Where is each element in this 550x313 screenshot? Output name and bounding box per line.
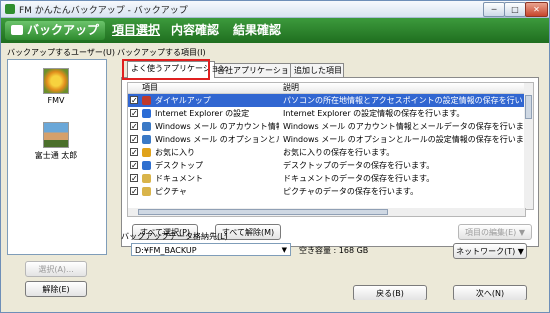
column-header[interactable]: 項目 xyxy=(142,83,158,93)
edit-items-button[interactable]: 項目の編集(E) ▼ xyxy=(458,224,532,240)
checkbox[interactable] xyxy=(130,146,138,159)
scroll-thumb[interactable] xyxy=(525,95,532,119)
user-list-label: バックアップするユーザー(U) xyxy=(7,48,115,57)
picture-icon xyxy=(142,187,151,196)
scroll-thumb[interactable] xyxy=(138,209,388,215)
step-result-confirm: 結果確認 xyxy=(233,23,282,37)
maximize-button[interactable]: □ xyxy=(504,2,526,17)
items-panel: 項目 説明 ダイヤルアップ パソコンの所在地情報とアクセスポイントの設定情報の保存… xyxy=(121,77,539,247)
checkbox[interactable] xyxy=(130,185,138,198)
item-description: パソコンの所在地情報とアクセスポイントの設定情報の保存を行います。 xyxy=(283,96,523,105)
brand-label: バックアップ xyxy=(27,23,100,37)
status-area xyxy=(1,300,549,312)
minimize-button[interactable]: ─ xyxy=(483,2,505,17)
sunflower-avatar-icon xyxy=(43,68,69,94)
document-icon xyxy=(142,174,151,183)
item-description: デスクトップのデータの保存を行います。 xyxy=(283,161,435,170)
window-title: FM かんたんバックアップ - バックアップ xyxy=(19,6,188,16)
mail-icon xyxy=(142,122,151,131)
user-pane: バックアップするユーザー(U) FMV 富士通 太郎 選択(A)... 解除(E… xyxy=(7,47,115,297)
vertical-scrollbar[interactable] xyxy=(524,82,534,210)
next-button[interactable]: 次へ(N) xyxy=(453,285,527,301)
destination-select[interactable]: D:¥FM_BACKUP ▼ xyxy=(131,243,291,256)
select-user-button[interactable]: 選択(A)... xyxy=(25,261,87,277)
close-button[interactable]: ✕ xyxy=(525,2,548,17)
item-name: Internet Explorer の設定 xyxy=(155,109,250,118)
network-button[interactable]: ネットワーク(T) ▼ xyxy=(453,243,527,259)
tab-added-items[interactable]: 追加した項目 xyxy=(290,63,344,77)
release-user-button[interactable]: 解除(E) xyxy=(25,281,87,297)
mail-icon xyxy=(142,135,151,144)
title-bar: FM かんたんバックアップ - バックアップ ─ □ ✕ xyxy=(1,1,549,18)
item-description: ドキュメントのデータの保存を行います。 xyxy=(283,174,435,183)
item-description: Windows メール のオプションとルールの設定情報の保存を行います。 xyxy=(283,135,523,144)
step-ribbon: バックアップ 項目選択 内容確認 結果確認 xyxy=(1,18,549,43)
brand-badge: バックアップ xyxy=(5,21,106,40)
table-row[interactable]: デスクトップ デスクトップのデータの保存を行います。 xyxy=(128,159,525,172)
boy-avatar-icon xyxy=(43,122,69,148)
items-grid: 項目 説明 ダイヤルアップ パソコンの所在地情報とアクセスポイントの設定情報の保存… xyxy=(127,82,526,210)
item-name: ピクチャ xyxy=(155,187,187,196)
item-name: Windows メール のオプションとルー... xyxy=(155,135,279,144)
desktop-icon xyxy=(142,161,151,170)
ie-icon xyxy=(142,109,151,118)
items-pane: バックアップする項目(I) よく使うアプリケーション 各社アプリケーション 追加… xyxy=(117,47,542,301)
checkbox[interactable] xyxy=(130,94,138,107)
chevron-down-icon: ▼ xyxy=(281,246,287,254)
checkbox[interactable] xyxy=(130,133,138,146)
app-window: FM かんたんバックアップ - バックアップ ─ □ ✕ バックアップ 項目選択… xyxy=(0,0,550,313)
checkbox[interactable] xyxy=(130,159,138,172)
backup-icon xyxy=(11,25,23,35)
item-description: Internet Explorer の設定情報の保存を行います。 xyxy=(283,109,465,118)
table-row[interactable]: Internet Explorer の設定 Internet Explorer の… xyxy=(128,107,525,120)
item-name: Windows メール のアカウント情報... xyxy=(155,122,279,131)
table-row[interactable]: ドキュメント ドキュメントのデータの保存を行います。 xyxy=(128,172,525,185)
item-name: デスクトップ xyxy=(155,161,203,170)
items-label: バックアップする項目(I) xyxy=(117,48,206,57)
back-button[interactable]: 戻る(B) xyxy=(353,285,427,301)
grid-header: 項目 説明 xyxy=(128,83,525,94)
dialup-icon xyxy=(142,96,151,105)
checkbox[interactable] xyxy=(130,120,138,133)
table-row[interactable]: ピクチャ ピクチャのデータの保存を行います。 xyxy=(128,185,525,198)
table-row[interactable]: お気に入り お気に入りの保存を行います。 xyxy=(128,146,525,159)
destination-value: D:¥FM_BACKUP xyxy=(135,246,197,255)
item-name: お気に入り xyxy=(155,148,195,157)
item-description: Windows メール のアカウント情報とメールデータの保存を行います。 xyxy=(283,122,523,131)
highlight-frame xyxy=(122,59,210,80)
favorites-icon xyxy=(142,148,151,157)
item-name: ダイヤルアップ xyxy=(155,96,211,105)
user-item[interactable]: 富士通 太郎 xyxy=(8,122,104,161)
destination-label: バックアップデータ格納先(L) xyxy=(121,232,228,241)
item-name: ドキュメント xyxy=(155,174,203,183)
item-description: お気に入りの保存を行います。 xyxy=(283,148,395,157)
user-name: FMV xyxy=(47,96,65,105)
free-space: 空き容量 : 168 GB xyxy=(299,246,369,255)
step-content-confirm: 内容確認 xyxy=(171,23,220,37)
app-icon xyxy=(5,4,15,14)
column-header[interactable]: 説明 xyxy=(283,83,299,93)
user-item[interactable]: FMV xyxy=(8,68,104,105)
table-row[interactable]: Windows メール のオプションとルー... Windows メール のオプシ… xyxy=(128,133,525,146)
checkbox[interactable] xyxy=(130,107,138,120)
checkbox[interactable] xyxy=(130,172,138,185)
user-name: 富士通 太郎 xyxy=(34,151,78,160)
horizontal-scrollbar[interactable] xyxy=(127,208,526,217)
item-description: ピクチャのデータの保存を行います。 xyxy=(283,187,419,196)
step-item-select: 項目選択 xyxy=(112,23,161,37)
table-row[interactable]: Windows メール のアカウント情報... Windows メール のアカウン… xyxy=(128,120,525,133)
table-row[interactable]: ダイヤルアップ パソコンの所在地情報とアクセスポイントの設定情報の保存を行います。 xyxy=(128,94,525,107)
user-list[interactable]: FMV 富士通 太郎 xyxy=(7,59,107,255)
